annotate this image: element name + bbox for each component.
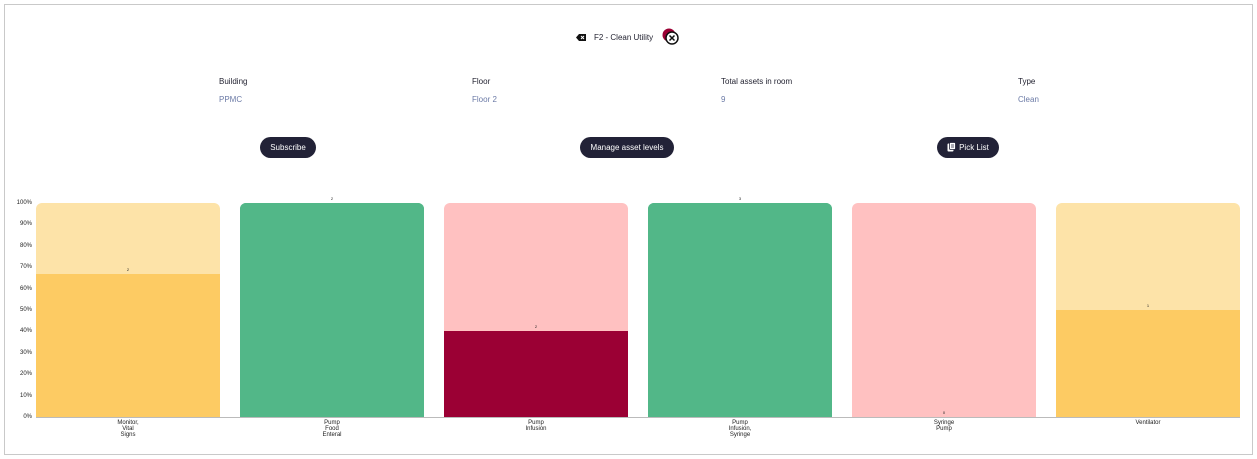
bar-background[interactable] bbox=[36, 203, 220, 417]
x-category-label: Pump Food Enteral bbox=[322, 420, 342, 438]
x-category-label: Monitor, Vital Signs bbox=[117, 420, 139, 438]
x-category-label: Pump Infusion, Syringe bbox=[728, 420, 752, 438]
y-tick-label: 10% bbox=[19, 392, 32, 399]
type-info: Type Clean bbox=[1018, 77, 1039, 104]
subscribe-button[interactable]: Subscribe bbox=[260, 137, 316, 158]
bar-count-label: 2 bbox=[126, 266, 130, 272]
bar-count-label: 3 bbox=[738, 196, 742, 201]
bar-background[interactable] bbox=[240, 203, 424, 417]
y-tick-label: 80% bbox=[19, 242, 32, 249]
floor-value: Floor 2 bbox=[472, 95, 497, 104]
y-tick-label: 30% bbox=[19, 349, 32, 356]
x-category-label: Ventilator bbox=[1135, 420, 1161, 426]
y-tick-label: 0% bbox=[23, 414, 32, 420]
y-tick-label: 20% bbox=[19, 371, 32, 378]
y-tick-label: 90% bbox=[19, 221, 32, 228]
y-tick-label: 50% bbox=[19, 307, 32, 313]
room-header: F2 - Clean Utility bbox=[5, 27, 1252, 47]
floor-info: Floor Floor 2 bbox=[472, 77, 497, 104]
pick-list-label: Pick List bbox=[959, 143, 989, 152]
pick-list-button[interactable]: Pick List bbox=[937, 137, 999, 158]
bar-background[interactable] bbox=[444, 203, 628, 417]
total-assets-label: Total assets in room bbox=[721, 77, 793, 86]
type-value: Clean bbox=[1018, 95, 1039, 104]
x-axis-line bbox=[36, 417, 1240, 418]
close-circle-icon[interactable] bbox=[661, 27, 681, 47]
bar-count-label: 2 bbox=[534, 324, 538, 330]
building-label: Building bbox=[219, 77, 248, 86]
bar-count-label: 2 bbox=[330, 196, 334, 201]
total-assets-info: Total assets in room 9 bbox=[721, 77, 792, 104]
y-tick-label: 40% bbox=[19, 328, 32, 335]
manage-asset-levels-label: Manage asset levels bbox=[590, 143, 664, 152]
bar-fill bbox=[240, 203, 424, 417]
y-tick-label: 70% bbox=[19, 264, 32, 271]
type-label: Type bbox=[1018, 77, 1036, 86]
bar-background[interactable] bbox=[852, 203, 1036, 417]
subscribe-label: Subscribe bbox=[270, 143, 306, 152]
bar-background[interactable] bbox=[1056, 203, 1240, 417]
floor-label: Floor bbox=[472, 77, 491, 86]
bar-fill bbox=[1056, 310, 1240, 417]
y-tick-label: 60% bbox=[19, 285, 32, 292]
bar-background[interactable] bbox=[648, 203, 832, 417]
x-category-label: Syringe Pump bbox=[933, 420, 955, 432]
building-info: Building PPMC bbox=[219, 77, 247, 104]
bar-count-label: 0 bbox=[942, 410, 946, 415]
manage-asset-levels-button[interactable]: Manage asset levels bbox=[580, 137, 674, 158]
room-title: F2 - Clean Utility bbox=[593, 32, 654, 42]
clipboard-icon bbox=[947, 141, 956, 154]
y-tick-label: 100% bbox=[16, 200, 32, 206]
x-category-label: Pump Infusion bbox=[525, 420, 547, 432]
total-assets-value: 9 bbox=[721, 95, 726, 104]
building-value: PPMC bbox=[219, 95, 243, 104]
bar-fill bbox=[444, 331, 628, 417]
bar-fill bbox=[36, 273, 220, 417]
bar-count-label: 1 bbox=[1146, 303, 1150, 308]
bar-fill bbox=[648, 203, 832, 417]
backspace-icon[interactable] bbox=[575, 33, 586, 41]
